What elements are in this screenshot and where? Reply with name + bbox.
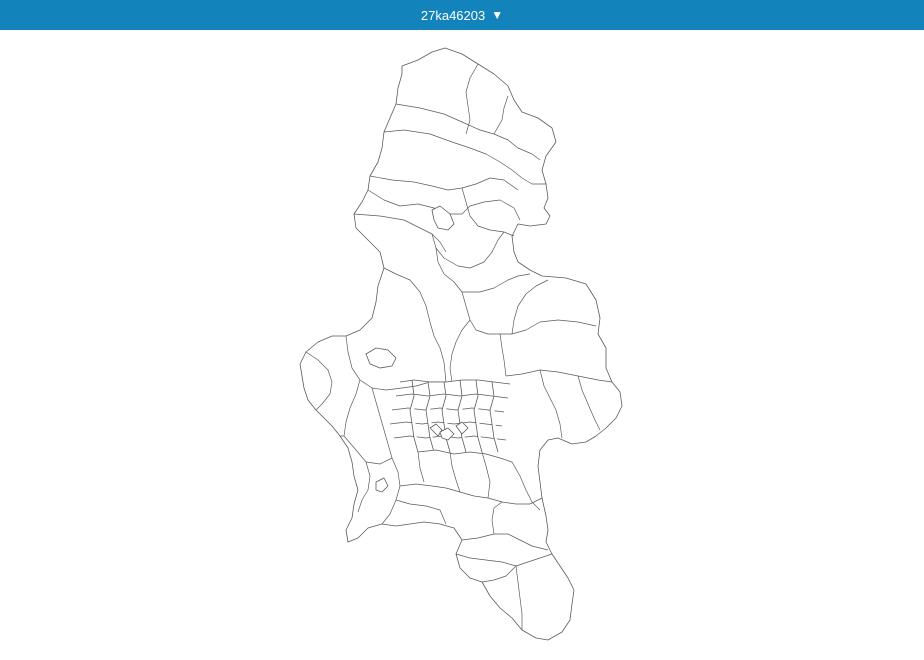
triangle-down-icon: ▼ [491,8,504,22]
map-outer-boundary [299,47,623,641]
map-area[interactable] [0,30,924,660]
boundary-map [299,47,623,641]
area-selector-dropdown[interactable]: 27ka46203 ▼ [0,0,924,30]
area-selector-label: 27ka46203 [420,7,486,23]
